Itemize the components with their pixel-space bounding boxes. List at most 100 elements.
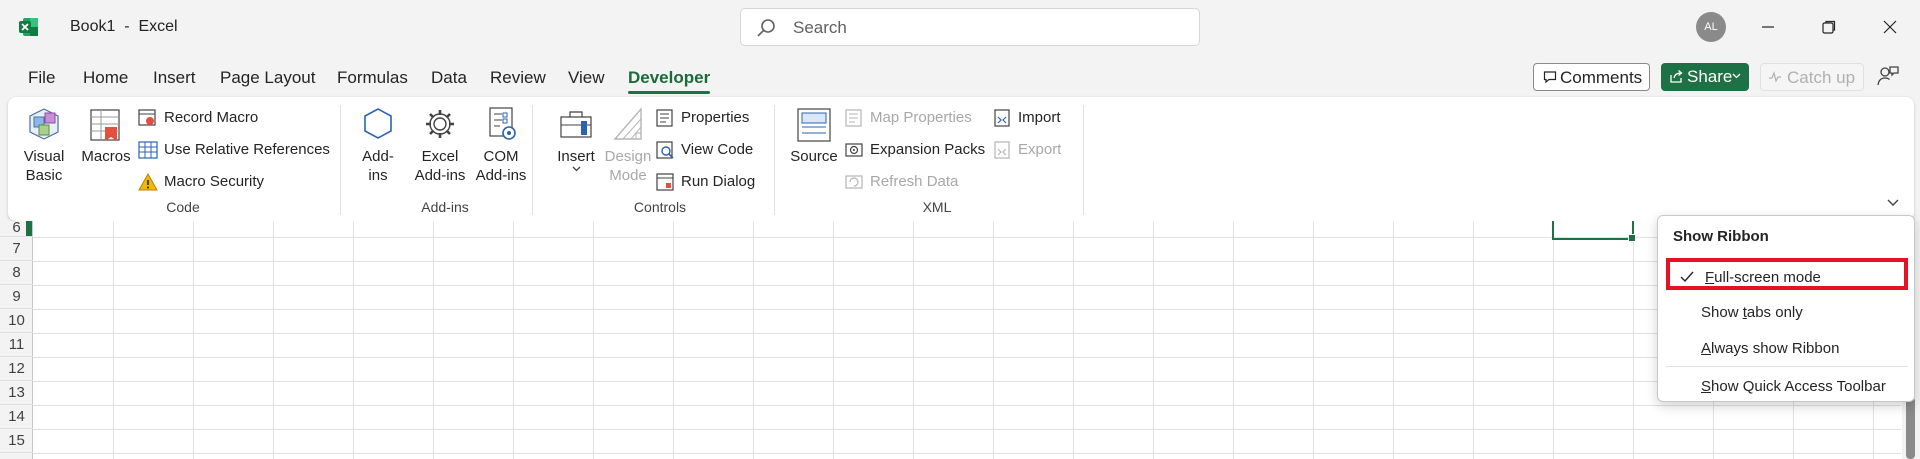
- gridline: [33, 261, 1901, 262]
- minimize-button[interactable]: [1751, 10, 1785, 44]
- group-divider: [1083, 105, 1084, 215]
- warning-icon: [138, 172, 158, 191]
- gridline: [1073, 221, 1074, 459]
- row-header[interactable]: 9: [0, 285, 33, 309]
- group-label-controls: Controls: [633, 199, 687, 215]
- record-macro-label: Record Macro: [164, 109, 259, 126]
- gridline: [33, 357, 1901, 358]
- active-cell[interactable]: [1552, 221, 1636, 242]
- gridline: [1473, 221, 1474, 459]
- menu-item-always-show-ribbon[interactable]: Always show Ribbon: [1666, 333, 1908, 365]
- gridline: [593, 221, 594, 459]
- catch-up-button[interactable]: Catch up: [1760, 63, 1864, 91]
- gridline: [993, 221, 994, 459]
- comment-icon: [1543, 71, 1557, 84]
- chevron-down-icon: [572, 166, 580, 172]
- search-input[interactable]: Search: [740, 8, 1200, 46]
- row-header[interactable]: 13: [0, 381, 33, 405]
- gridline: [33, 405, 1901, 406]
- visual-basic-button[interactable]: Visual Basic: [22, 105, 66, 185]
- xml-source-button[interactable]: Source: [784, 105, 844, 166]
- add-ins-label-1: Add-: [362, 148, 394, 165]
- menu-item-label: ull-screen mode: [1714, 269, 1821, 286]
- tab-data[interactable]: Data: [431, 68, 467, 88]
- coauthor-button[interactable]: [1876, 64, 1904, 92]
- avatar[interactable]: AL: [1696, 12, 1726, 42]
- chevron-down-icon: [1732, 73, 1741, 79]
- visual-basic-label-2: Basic: [25, 167, 63, 184]
- excel-add-ins-button[interactable]: Excel Add-ins: [412, 105, 468, 185]
- macros-label: Macros: [81, 148, 131, 165]
- gridline: [1153, 221, 1154, 459]
- chevron-down-icon: [1887, 199, 1899, 206]
- gridline: [33, 381, 1901, 382]
- row-header[interactable]: 12: [0, 357, 33, 381]
- add-ins-icon: [364, 108, 392, 139]
- toolbox-icon: [560, 111, 592, 138]
- tab-view[interactable]: View: [568, 68, 605, 88]
- search-icon: [757, 19, 775, 37]
- row-header[interactable]: 14: [0, 405, 33, 429]
- row-header[interactable]: 8: [0, 261, 33, 285]
- relative-references-icon: [138, 141, 158, 159]
- macros-button[interactable]: Macros: [79, 105, 133, 166]
- tab-developer[interactable]: Developer: [628, 68, 711, 94]
- row-header[interactable]: 10: [0, 309, 33, 333]
- expansion-packs-label: Expansion Packs: [870, 141, 986, 158]
- menu-item-show-quick-access-toolbar[interactable]: Show Quick Access Toolbar: [1666, 371, 1908, 403]
- design-mode-icon: [613, 107, 642, 140]
- gridline: [913, 221, 914, 459]
- close-icon: [1883, 20, 1897, 34]
- tab-page-layout[interactable]: Page Layout: [220, 68, 315, 88]
- menu-divider: [1666, 366, 1908, 367]
- macro-security-label: Macro Security: [164, 173, 265, 190]
- record-macro-icon: [138, 109, 156, 126]
- com-add-ins-button[interactable]: COM Add-ins: [470, 105, 532, 185]
- menu-title: Show Ribbon: [1673, 228, 1769, 245]
- refresh-data-label: Refresh Data: [870, 173, 959, 190]
- row-header[interactable]: 6: [0, 220, 33, 237]
- excel-app-icon: [19, 18, 38, 36]
- tab-insert[interactable]: Insert: [153, 68, 196, 88]
- comments-button[interactable]: Comments: [1533, 63, 1650, 91]
- gridline: [33, 429, 1901, 430]
- properties-icon: [656, 109, 673, 127]
- share-button[interactable]: Share: [1661, 63, 1749, 91]
- title-bar: Book1 - Excel Search AL: [0, 0, 1920, 54]
- menu-item-label: lways show Ribbon: [1711, 340, 1840, 357]
- worksheet-grid[interactable]: 6 7 8 9 10 11 12 13 14 15: [0, 220, 1920, 459]
- scrollbar-thumb[interactable]: [1906, 397, 1915, 459]
- tab-review[interactable]: Review: [490, 68, 546, 88]
- group-label-xml: XML: [922, 199, 952, 215]
- tab-home[interactable]: Home: [83, 68, 128, 88]
- access-key: A: [1701, 340, 1712, 357]
- menu-item-show-tabs-only[interactable]: Show tabs only: [1666, 297, 1908, 329]
- tab-file[interactable]: File: [28, 68, 55, 88]
- tab-formulas[interactable]: Formulas: [337, 68, 408, 88]
- restore-icon: [1822, 20, 1836, 34]
- properties-label: Properties: [681, 109, 750, 126]
- row-header[interactable]: 7: [0, 237, 33, 261]
- menu-item-full-screen-mode[interactable]: Full-screen mode: [1666, 258, 1908, 290]
- close-button[interactable]: [1873, 10, 1907, 44]
- gridline: [33, 453, 1901, 454]
- minimize-icon: [1762, 26, 1774, 28]
- view-code-icon: [656, 141, 674, 159]
- row-header[interactable]: 15: [0, 429, 33, 453]
- gridline: [1233, 221, 1234, 459]
- gridline: [833, 221, 834, 459]
- import-label: Import: [1018, 109, 1061, 126]
- gridline: [33, 285, 1901, 286]
- ribbon-display-options-button[interactable]: [1880, 192, 1906, 214]
- design-mode-label-2: Mode: [609, 167, 647, 184]
- restore-button[interactable]: [1812, 10, 1846, 44]
- gridline: [1553, 221, 1554, 459]
- gridline: [33, 309, 1901, 310]
- source-label: Source: [790, 148, 838, 165]
- row-header[interactable]: 11: [0, 333, 33, 357]
- share-label: Share: [1687, 67, 1733, 86]
- design-mode-button[interactable]: Design Mode: [598, 105, 658, 185]
- gridline: [673, 221, 674, 459]
- macros-icon: [90, 109, 120, 141]
- add-ins-button[interactable]: Add- ins: [356, 105, 400, 185]
